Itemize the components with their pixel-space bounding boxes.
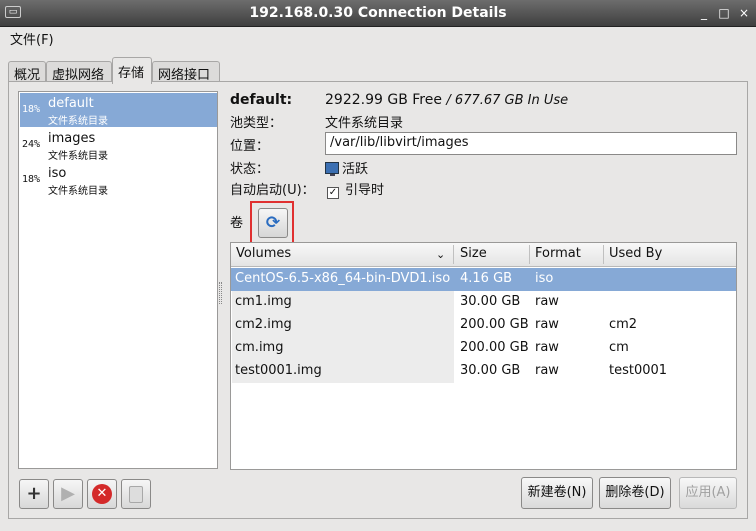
autostart-value: 引导时 xyxy=(345,183,385,198)
column-header-volumes[interactable]: Volumes xyxy=(236,246,291,261)
volumes-label: 卷 xyxy=(230,216,244,231)
volume-format: raw xyxy=(535,340,559,355)
pool-name: default xyxy=(48,96,94,111)
volume-format: raw xyxy=(535,363,559,378)
volume-size: 200.00 GB xyxy=(460,317,529,332)
autostart-checkbox[interactable]: ✓ 引导时 xyxy=(327,179,384,199)
storage-tab-pane: 18% default 文件系统目录 24% images 文件系统目录 18%… xyxy=(8,81,748,519)
autostart-label: 自动启动(U)： xyxy=(230,183,315,198)
volume-size: 30.00 GB xyxy=(460,294,521,309)
volume-table[interactable]: Volumes ⌄ Size Format Used By CentOS-6.5… xyxy=(230,242,737,470)
tab-overview[interactable]: 概况 xyxy=(8,61,46,83)
add-pool-button[interactable]: + xyxy=(19,479,49,509)
volume-name: cm.img xyxy=(235,340,284,355)
table-row[interactable]: cm1.img 30.00 GB raw xyxy=(231,291,736,314)
volume-name: cm1.img xyxy=(235,294,292,309)
window-title: 192.168.0.30 Connection Details xyxy=(249,5,507,21)
volume-size: 4.16 GB xyxy=(460,271,513,286)
monitor-icon xyxy=(325,162,339,176)
tab-virtual-networks[interactable]: 虚拟网络 xyxy=(46,61,112,83)
volume-format: iso xyxy=(535,271,554,286)
trash-icon xyxy=(129,485,143,503)
column-header-used-by[interactable]: Used By xyxy=(609,246,662,261)
location-field[interactable]: /var/lib/libvirt/images xyxy=(325,132,737,155)
checkbox-checked-icon[interactable]: ✓ xyxy=(327,187,339,199)
maximize-icon[interactable]: □ xyxy=(716,5,732,21)
table-row[interactable]: CentOS-6.5-x86_64-bin-DVD1.iso 4.16 GB i… xyxy=(231,268,736,291)
pool-type: 文件系统目录 xyxy=(48,116,108,127)
volume-used-by: cm xyxy=(609,340,629,355)
volume-name: cm2.img xyxy=(235,317,292,332)
tab-storage[interactable]: 存储 xyxy=(112,57,152,84)
menu-bar: 文件(F) xyxy=(0,27,756,49)
pool-type: 文件系统目录 xyxy=(48,151,108,162)
pool-usage-percent: 18% xyxy=(22,174,41,185)
new-volume-button[interactable]: 新建卷(N) xyxy=(521,477,593,509)
pool-type-value: 文件系统目录 xyxy=(325,116,404,131)
column-header-size[interactable]: Size xyxy=(460,246,487,261)
plus-icon: + xyxy=(26,483,42,504)
pool-item-iso[interactable]: 18% iso 文件系统目录 xyxy=(20,163,217,197)
close-icon[interactable]: × xyxy=(736,5,752,21)
volume-table-header: Volumes ⌄ Size Format Used By xyxy=(231,243,736,267)
start-pool-button[interactable]: ▶ xyxy=(53,479,83,509)
refresh-icon: ⟳ xyxy=(265,213,281,233)
volume-used-by: cm2 xyxy=(609,317,638,332)
state-value: 活跃 xyxy=(325,158,368,177)
menu-file[interactable]: 文件(F) xyxy=(10,29,54,48)
apply-button[interactable]: 应用(A) xyxy=(679,477,737,509)
tab-network-interfaces[interactable]: 网络接口 xyxy=(152,61,220,83)
volume-format: raw xyxy=(535,294,559,309)
minimize-icon[interactable]: _ xyxy=(696,5,712,21)
table-row[interactable]: cm2.img 200.00 GB raw cm2 xyxy=(231,314,736,337)
state-label: 状态： xyxy=(230,162,270,177)
volume-size: 30.00 GB xyxy=(460,363,521,378)
pane-resize-handle[interactable] xyxy=(219,282,222,304)
volume-name: test0001.img xyxy=(235,363,322,378)
table-row[interactable]: test0001.img 30.00 GB raw test0001 xyxy=(231,360,736,383)
pool-in-use: / 677.67 GB In Use xyxy=(446,93,569,108)
pool-name: iso xyxy=(48,166,67,181)
stop-icon: ✕ xyxy=(92,484,112,504)
column-header-format[interactable]: Format xyxy=(535,246,581,261)
delete-volume-button[interactable]: 删除卷(D) xyxy=(599,477,671,509)
pool-usage-percent: 24% xyxy=(22,139,41,150)
pool-capacity: 2922.99 GB Free / 677.67 GB In Use xyxy=(325,92,568,108)
state-text: 活跃 xyxy=(342,162,369,177)
title-bar: ▭ 192.168.0.30 Connection Details _ □ × xyxy=(0,0,756,27)
sort-chevron-down-icon[interactable]: ⌄ xyxy=(436,248,445,261)
refresh-highlight: ⟳ xyxy=(250,201,294,244)
delete-pool-button[interactable] xyxy=(121,479,151,509)
pool-type: 文件系统目录 xyxy=(48,186,108,197)
location-label: 位置： xyxy=(230,139,270,154)
pool-detail-name: default: xyxy=(230,92,293,108)
pool-list[interactable]: 18% default 文件系统目录 24% images 文件系统目录 18%… xyxy=(18,91,218,469)
volume-format: raw xyxy=(535,317,559,332)
pool-free-space: 2922.99 GB Free xyxy=(325,92,442,108)
stop-pool-button[interactable]: ✕ xyxy=(87,479,117,509)
volume-name: CentOS-6.5-x86_64-bin-DVD1.iso xyxy=(235,271,451,286)
play-icon: ▶ xyxy=(61,483,75,504)
connection-details-window: ▭ 192.168.0.30 Connection Details _ □ × … xyxy=(0,0,756,531)
volume-size: 200.00 GB xyxy=(460,340,529,355)
table-row[interactable]: cm.img 200.00 GB raw cm xyxy=(231,337,736,360)
pool-item-images[interactable]: 24% images 文件系统目录 xyxy=(20,128,217,162)
pool-usage-percent: 18% xyxy=(22,104,41,115)
pool-type-label: 池类型： xyxy=(230,116,283,131)
pool-item-default[interactable]: 18% default 文件系统目录 xyxy=(20,93,217,127)
pool-name: images xyxy=(48,131,96,146)
volume-used-by: test0001 xyxy=(609,363,668,378)
refresh-volumes-button[interactable]: ⟳ xyxy=(258,208,288,238)
